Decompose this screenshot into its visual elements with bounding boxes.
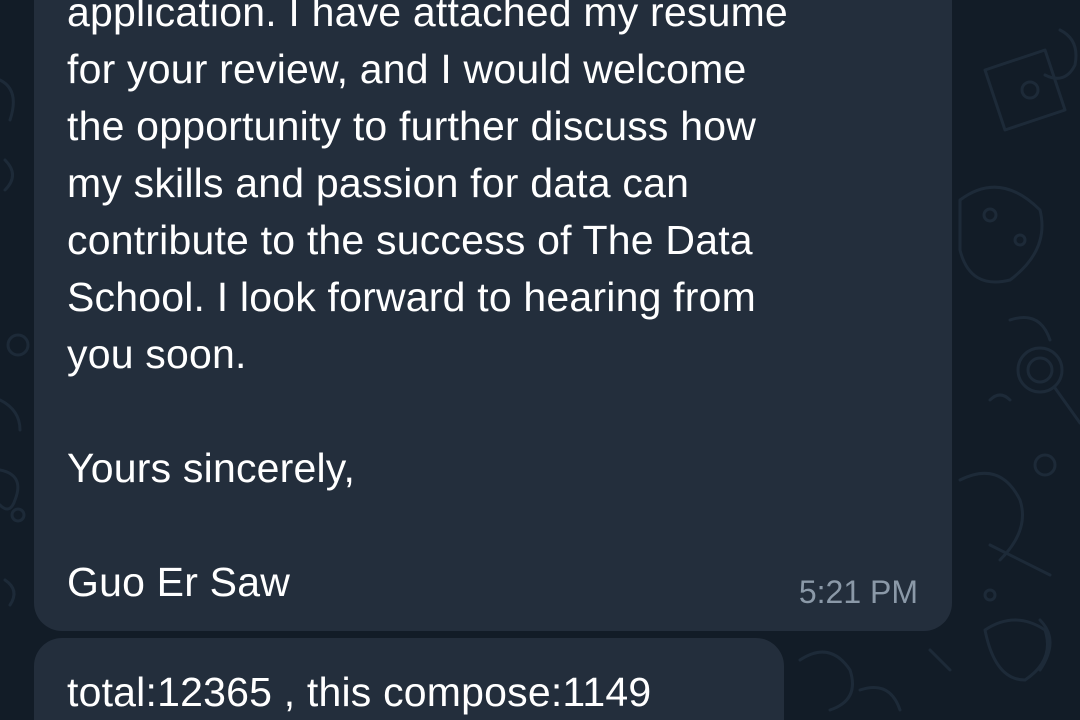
chat-area[interactable]: application. I have attached my resume f…: [0, 0, 1080, 720]
message-text: total:12365 , this compose:1149: [67, 669, 652, 715]
message-timestamp: 5:21 PM: [798, 574, 918, 610]
message-bubble[interactable]: total:12365 , this compose:1149: [34, 638, 784, 720]
message-bubble[interactable]: application. I have attached my resume f…: [34, 0, 952, 631]
message-text: application. I have attached my resume f…: [67, 0, 788, 605]
